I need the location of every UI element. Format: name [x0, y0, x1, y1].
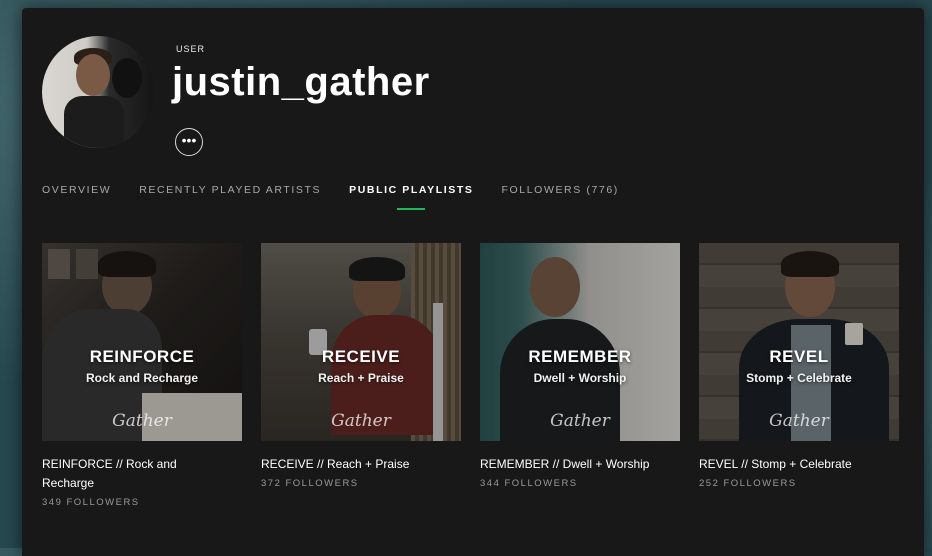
- avatar[interactable]: [42, 36, 154, 148]
- cover-subtitle: Dwell + Worship: [533, 371, 627, 385]
- gather-signature-logo: Gather: [769, 411, 829, 431]
- more-options-button[interactable]: •••: [175, 128, 203, 156]
- gather-signature-logo: Gather: [331, 411, 391, 431]
- playlist-followers: 349 FOLLOWERS: [42, 497, 140, 508]
- tab-recently-played-artists[interactable]: RECENTLY PLAYED ARTISTS: [139, 184, 321, 196]
- profile-window: USER justin_gather ••• OVERVIEW RECENTLY…: [22, 8, 924, 556]
- playlist-title[interactable]: REMEMBER // Dwell + Worship: [480, 455, 670, 474]
- playlist-card-revel[interactable]: REVEL Stomp + Celebrate Gather REVEL // …: [699, 243, 899, 489]
- avatar-person-figure: [112, 58, 142, 98]
- gather-signature-logo: Gather: [112, 411, 172, 431]
- playlist-followers: 252 FOLLOWERS: [699, 478, 797, 489]
- gather-signature-logo: Gather: [550, 411, 610, 431]
- playlist-card-remember[interactable]: REMEMBER Dwell + Worship Gather REMEMBER…: [480, 243, 680, 489]
- ellipsis-icon: •••: [181, 132, 197, 148]
- avatar-head-figure: [76, 54, 110, 96]
- cover-title: REINFORCE: [89, 347, 195, 366]
- profile-username: justin_gather: [172, 60, 430, 104]
- cover-title: RECEIVE: [321, 347, 401, 366]
- playlist-cover-image[interactable]: RECEIVE Reach + Praise Gather: [261, 243, 461, 441]
- cover-subtitle: Reach + Praise: [318, 371, 404, 385]
- tab-followers[interactable]: FOLLOWERS (776): [502, 184, 619, 196]
- profile-type-label: USER: [176, 44, 206, 54]
- cover-subtitle: Stomp + Celebrate: [746, 371, 852, 385]
- avatar-body-figure: [64, 96, 124, 148]
- playlist-title[interactable]: RECEIVE // Reach + Praise: [261, 455, 451, 474]
- playlist-cover-image[interactable]: REVEL Stomp + Celebrate Gather: [699, 243, 899, 441]
- playlist-followers: 344 FOLLOWERS: [480, 478, 578, 489]
- playlist-cover-image[interactable]: REINFORCE Rock and Recharge Gather: [42, 243, 242, 441]
- cover-title: REMEMBER: [528, 347, 632, 366]
- playlist-title[interactable]: REVEL // Stomp + Celebrate: [699, 455, 889, 474]
- profile-tabs: OVERVIEW RECENTLY PLAYED ARTISTS PUBLIC …: [42, 184, 647, 210]
- cover-subtitle: Rock and Recharge: [85, 371, 199, 385]
- playlist-card-reinforce[interactable]: REINFORCE Rock and Recharge Gather REINF…: [42, 243, 242, 508]
- playlist-card-receive[interactable]: RECEIVE Reach + Praise Gather RECEIVE //…: [261, 243, 461, 489]
- tab-overview[interactable]: OVERVIEW: [42, 184, 111, 196]
- cover-title: REVEL: [769, 347, 829, 366]
- playlist-cover-image[interactable]: REMEMBER Dwell + Worship Gather: [480, 243, 680, 441]
- playlist-title[interactable]: REINFORCE // Rock and Recharge: [42, 455, 232, 493]
- tab-public-playlists[interactable]: PUBLIC PLAYLISTS: [349, 184, 473, 210]
- playlist-followers: 372 FOLLOWERS: [261, 478, 359, 489]
